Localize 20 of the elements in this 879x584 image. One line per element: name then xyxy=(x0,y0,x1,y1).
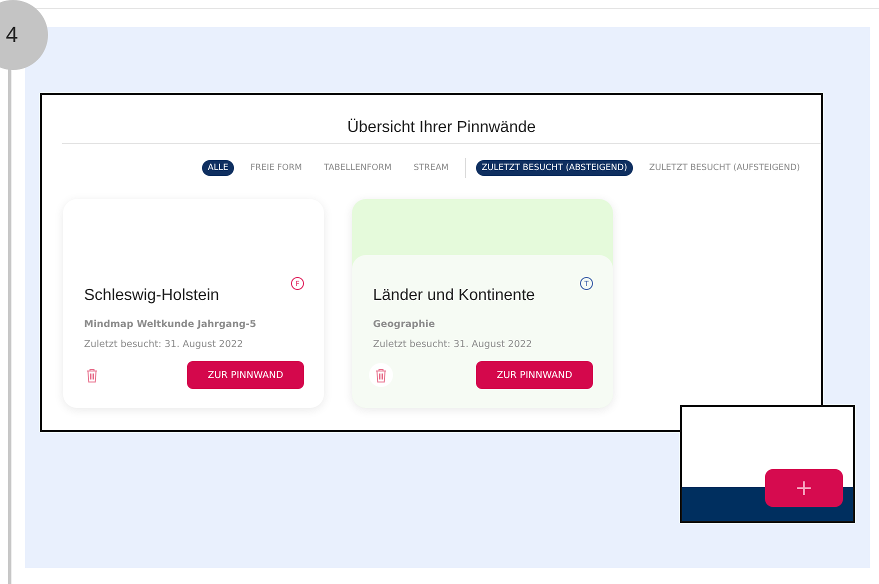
trash-icon xyxy=(86,368,98,382)
board-subtitle: Geographie xyxy=(373,319,436,330)
open-board-button[interactable]: ZUR PINNWAND xyxy=(187,361,304,389)
overview-title: Übersicht Ihrer Pinnwände xyxy=(346,118,537,138)
board-title: Länder und Kontinente xyxy=(373,287,535,305)
delete-button[interactable] xyxy=(369,363,393,387)
filter-tab[interactable]: ZULETZT BESUCHT (AUFSTEIGEND) xyxy=(643,160,806,176)
step-number-badge: 4 xyxy=(0,0,48,70)
filter-tab[interactable]: ALLE xyxy=(202,160,234,176)
trash-icon xyxy=(375,368,387,382)
filter-tab[interactable]: STREAM xyxy=(408,160,455,176)
board-title: Schleswig-Holstein xyxy=(84,287,220,305)
filter-tab[interactable]: ZULETZT BESUCHT (ABSTEIGEND) xyxy=(476,160,634,176)
filter-tab[interactable]: TABELLENFORM xyxy=(318,160,398,176)
add-button[interactable]: + xyxy=(765,469,843,507)
filter-tab[interactable]: FREIE FORM xyxy=(244,160,308,176)
visited-date: Zuletzt besucht: 31. August 2022 xyxy=(84,339,244,350)
open-board-button[interactable]: ZUR PINNWAND xyxy=(476,361,593,389)
visited-date: Zuletzt besucht: 31. August 2022 xyxy=(373,339,534,350)
board-subtitle: Mindmap Weltkunde Jahrgang-5 xyxy=(84,319,258,330)
